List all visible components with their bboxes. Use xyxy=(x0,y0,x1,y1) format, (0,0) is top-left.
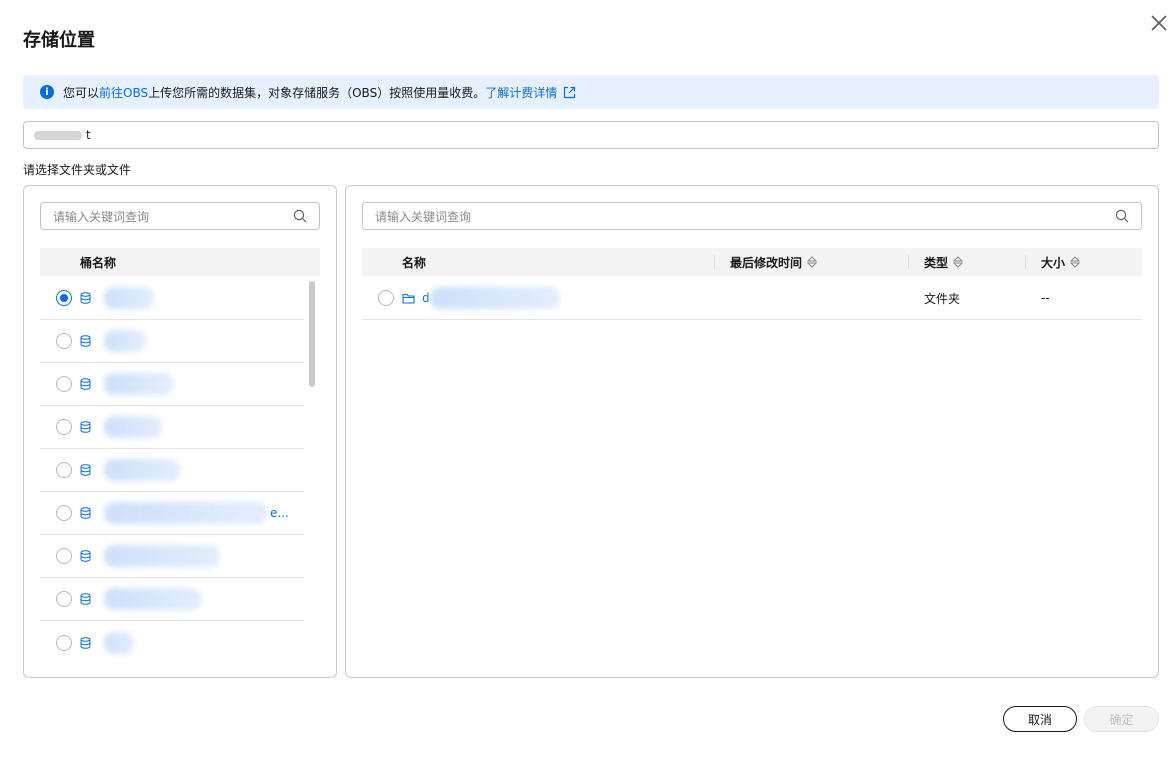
redacted-bucket-name xyxy=(104,502,268,524)
search-icon[interactable] xyxy=(1115,209,1129,223)
bucket-list-scrollbar[interactable] xyxy=(309,281,315,387)
info-icon: i xyxy=(40,85,54,99)
bucket-icon xyxy=(80,335,91,347)
column-divider xyxy=(1025,255,1026,269)
storage-path-input[interactable]: t xyxy=(23,121,1159,149)
bucket-panel: 请输入关键词查询 桶名称 e... xyxy=(23,185,337,678)
size-column-label: 大小 xyxy=(1041,255,1066,270)
list-item[interactable] xyxy=(40,449,304,492)
bucket-icon xyxy=(80,636,91,649)
close-icon[interactable] xyxy=(1148,12,1170,34)
bucket-radio[interactable] xyxy=(56,376,72,392)
type-column-header[interactable]: 类型 xyxy=(924,254,964,271)
bucket-icon xyxy=(80,292,91,304)
column-divider xyxy=(908,255,909,269)
redacted-bucket-name xyxy=(104,459,180,481)
redacted-bucket-name xyxy=(104,330,146,352)
modified-column-label: 最后修改时间 xyxy=(730,255,803,270)
list-item[interactable] xyxy=(40,578,304,621)
redacted-folder-name xyxy=(430,287,560,309)
dialog-title: 存储位置 xyxy=(23,30,95,51)
bucket-radio[interactable] xyxy=(56,419,72,435)
file-radio[interactable] xyxy=(378,290,394,306)
bucket-search-placeholder: 请输入关键词查询 xyxy=(53,209,150,224)
go-to-obs-link[interactable]: 前往OBS xyxy=(99,84,148,101)
bucket-icon xyxy=(80,464,91,476)
redacted-bucket-name xyxy=(104,287,154,309)
bucket-radio[interactable] xyxy=(56,333,72,349)
bucket-icon xyxy=(80,378,91,390)
bucket-icon xyxy=(80,421,91,433)
list-item[interactable] xyxy=(40,535,304,578)
cancel-button[interactable]: 取消 xyxy=(1003,706,1077,732)
bucket-icon xyxy=(80,550,91,562)
redacted-bucket-name xyxy=(104,373,174,395)
sort-icon[interactable] xyxy=(1070,256,1081,268)
sort-icon[interactable] xyxy=(953,256,964,268)
info-banner: i 您可以 前往OBS 上传您所需的数据集，对象存储服务（OBS）按照使用量收费… xyxy=(23,75,1159,109)
bucket-radio-selected[interactable] xyxy=(56,290,72,306)
banner-text-middle: 上传您所需的数据集，对象存储服务（OBS）按照使用量收费。 xyxy=(148,85,486,100)
size-column-header[interactable]: 大小 xyxy=(1041,254,1081,271)
list-item[interactable] xyxy=(40,621,304,664)
redacted-bucket-name xyxy=(104,588,202,610)
redacted-bucket-name xyxy=(104,631,134,654)
path-suffix: t xyxy=(86,128,91,142)
list-item[interactable] xyxy=(40,406,304,449)
sort-icon[interactable] xyxy=(807,256,818,268)
confirm-button[interactable]: 确定 xyxy=(1084,706,1159,732)
redacted-bucket-name xyxy=(104,545,220,567)
bucket-icon xyxy=(80,593,91,605)
redacted-bucket-name xyxy=(104,416,162,438)
name-column-header: 名称 xyxy=(402,255,427,270)
list-item[interactable] xyxy=(40,277,304,320)
banner-text-prefix: 您可以 xyxy=(63,85,100,100)
folder-icon xyxy=(402,293,415,304)
bucket-list: e... xyxy=(40,277,304,664)
bucket-search-input[interactable]: 请输入关键词查询 xyxy=(40,202,320,230)
list-item[interactable]: e... xyxy=(40,492,304,535)
file-search-placeholder: 请输入关键词查询 xyxy=(375,209,472,224)
bucket-icon xyxy=(80,507,91,519)
file-search-input[interactable]: 请输入关键词查询 xyxy=(362,202,1142,230)
bucket-radio[interactable] xyxy=(56,591,72,607)
file-table-header: 名称 最后修改时间 类型 大小 xyxy=(362,248,1142,276)
search-icon[interactable] xyxy=(293,209,307,223)
file-size: -- xyxy=(1041,291,1050,305)
bucket-name-column-header: 桶名称 xyxy=(80,255,117,270)
list-item[interactable] xyxy=(40,320,304,363)
bucket-radio[interactable] xyxy=(56,462,72,478)
external-link-icon[interactable] xyxy=(563,86,576,99)
modified-column-header[interactable]: 最后修改时间 xyxy=(730,254,818,271)
type-column-label: 类型 xyxy=(924,255,949,270)
list-item[interactable] xyxy=(40,363,304,406)
column-divider xyxy=(714,255,715,269)
table-row[interactable]: d 文件夹 -- xyxy=(362,277,1142,320)
bucket-radio[interactable] xyxy=(56,548,72,564)
bucket-radio[interactable] xyxy=(56,505,72,521)
file-name-link[interactable]: d xyxy=(422,291,430,305)
select-folder-label: 请选择文件夹或文件 xyxy=(23,163,132,177)
file-panel: 请输入关键词查询 名称 最后修改时间 类型 大小 d 文件夹 -- xyxy=(345,185,1159,678)
bucket-table-header: 桶名称 xyxy=(40,248,320,276)
file-type: 文件夹 xyxy=(924,291,961,306)
billing-details-link[interactable]: 了解计费详情 xyxy=(485,84,557,101)
bucket-radio[interactable] xyxy=(56,634,72,651)
truncated-bucket-name: e... xyxy=(270,506,289,520)
redacted-path xyxy=(34,130,82,140)
